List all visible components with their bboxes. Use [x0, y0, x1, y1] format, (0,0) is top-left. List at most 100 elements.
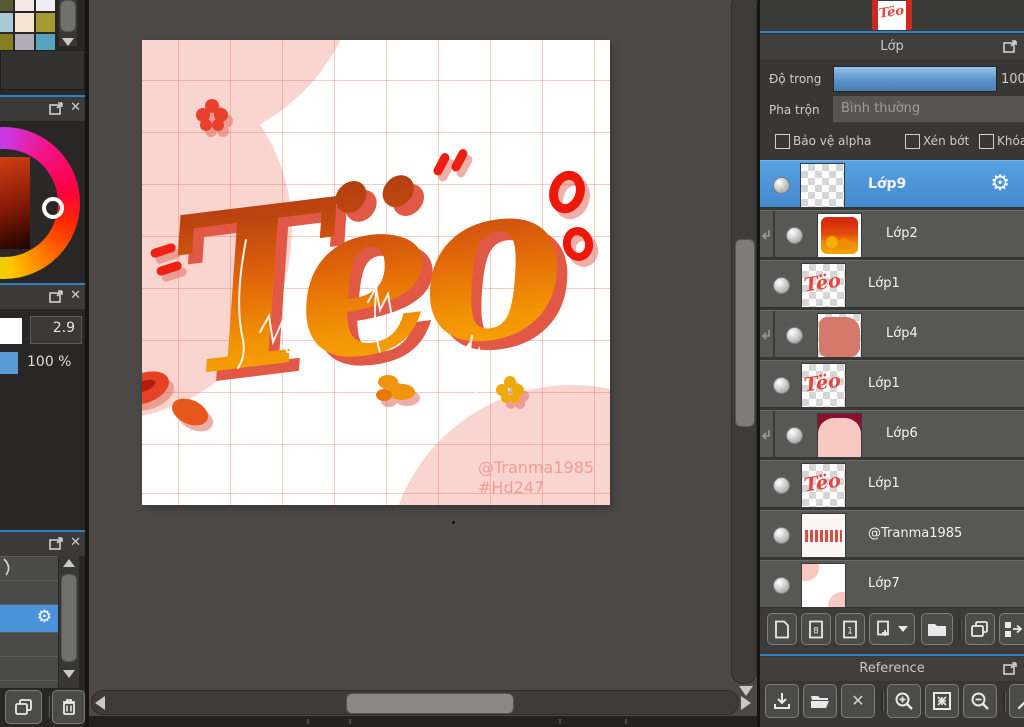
new-folder-button[interactable]	[921, 613, 953, 645]
fit-reference-button[interactable]	[925, 684, 959, 718]
drawing-canvas[interactable]: Tëo Tëo @Tranma1985 #Hd247	[142, 40, 610, 505]
merge-layer-button[interactable]	[999, 613, 1024, 645]
layer-visibility-toggle[interactable]	[773, 577, 790, 594]
palette-scroll-down-icon[interactable]	[62, 38, 74, 46]
layer-row[interactable]: Lớp4	[760, 310, 1024, 359]
color-swatch[interactable]	[0, 0, 13, 11]
blend-mode-select[interactable]: Bình thường	[833, 96, 1024, 122]
layer-row[interactable]: Tëo Lớp1	[760, 360, 1024, 408]
color-swatch[interactable]	[15, 0, 34, 11]
brush-list-item[interactable]	[0, 632, 58, 656]
brush-list-item[interactable]	[0, 556, 58, 580]
layer-row[interactable]: Tëo Lớp1	[760, 260, 1024, 308]
layer-thumbnail[interactable]	[802, 564, 845, 607]
color-wheel[interactable]	[0, 121, 85, 281]
canvas-viewport[interactable]: Tëo Tëo @Tranma1985 #Hd247	[89, 0, 757, 727]
duplicate-icon	[14, 698, 34, 716]
clipping-checkbox[interactable]	[905, 134, 920, 149]
color-swatch[interactable]	[36, 13, 55, 32]
close-panel-icon[interactable]: ✕	[70, 101, 81, 115]
vertical-scrollbar[interactable]	[731, 0, 757, 684]
opacity-slider[interactable]	[833, 66, 997, 92]
layer-visibility-toggle[interactable]	[773, 177, 790, 194]
new-8bit-layer-button[interactable]: 8	[801, 613, 831, 645]
layer-settings-gear-icon[interactable]: ⚙	[990, 171, 1010, 196]
layer-thumbnail[interactable]	[818, 214, 861, 257]
layer-visibility-toggle[interactable]	[773, 477, 790, 494]
brush-size-slider[interactable]	[0, 318, 22, 344]
layer-visibility-toggle[interactable]	[773, 277, 790, 294]
clear-reference-button[interactable]: ✕	[841, 684, 875, 718]
stray-dot	[452, 521, 455, 524]
import-reference-button[interactable]	[765, 684, 799, 718]
scroll-left-icon[interactable]	[95, 696, 105, 710]
color-swatch[interactable]	[0, 13, 13, 32]
add-layer-dropdown-button[interactable]	[869, 613, 915, 645]
layer-row[interactable]: Lớp2	[760, 210, 1024, 259]
layer-visibility-toggle[interactable]	[786, 227, 803, 244]
layer-thumbnail[interactable]	[818, 414, 861, 457]
layer-thumbnail[interactable]	[818, 314, 861, 357]
layer-panel-title: Lớp	[880, 39, 904, 54]
scroll-up-icon[interactable]	[63, 559, 75, 567]
duplicate-layer-button[interactable]	[965, 613, 995, 645]
scroll-down-icon[interactable]	[63, 670, 75, 678]
scroll-down-icon[interactable]	[739, 686, 753, 696]
palette-name-box	[0, 50, 85, 90]
layer-row[interactable]: Lớp6	[760, 410, 1024, 459]
layer-visibility-toggle[interactable]	[773, 527, 790, 544]
layer-thumbnail[interactable]	[802, 514, 845, 557]
layer-row[interactable]: Tëo Lớp1	[760, 460, 1024, 508]
popup-panel-icon[interactable]	[1003, 662, 1018, 675]
delete-brush-button[interactable]	[52, 690, 85, 724]
layer-thumbnail[interactable]: Tëo	[802, 264, 845, 307]
color-swatch[interactable]	[36, 0, 55, 11]
protect-alpha-checkbox[interactable]	[775, 134, 790, 149]
chevron-down-icon	[898, 626, 908, 632]
close-panel-icon[interactable]: ✕	[70, 536, 81, 550]
layer-thumbnail[interactable]: Tëo	[802, 464, 845, 507]
brush-list-item[interactable]	[0, 680, 58, 688]
layer-name: Lớp6	[886, 426, 918, 441]
new-1bit-layer-button[interactable]: 1	[835, 613, 865, 645]
brush-size-value[interactable]: 2.9	[30, 316, 82, 344]
layer-visibility-toggle[interactable]	[786, 427, 803, 444]
brush-opacity-slider[interactable]	[0, 352, 18, 374]
popup-panel-icon[interactable]	[49, 289, 64, 303]
brush-list-panel-header: ✕	[0, 530, 85, 556]
layer-row[interactable]: Lớp7	[760, 560, 1024, 608]
new-layer-button[interactable]	[767, 613, 797, 645]
open-reference-button[interactable]	[803, 684, 837, 718]
brush-list-item-selected[interactable]: ⚙	[0, 604, 58, 632]
saturation-value-square[interactable]	[0, 157, 30, 249]
scroll-right-icon[interactable]	[741, 696, 751, 710]
paint-app-window: ✕ ✕ 2.9 100 % ✕ ⚙ Tëo Tëo @Tranma1985 #H…	[0, 0, 1024, 727]
layer-visibility-toggle[interactable]	[786, 327, 803, 344]
brush-list-item[interactable]	[0, 656, 58, 680]
zoom-in-reference-button[interactable]	[887, 684, 921, 718]
layer-visibility-toggle[interactable]	[773, 377, 790, 394]
brush-list-scrollbar[interactable]	[59, 556, 79, 688]
brush-list-item[interactable]	[0, 580, 58, 604]
layer-name: Lớp1	[868, 376, 900, 391]
hue-cursor[interactable]	[42, 197, 64, 219]
layer-thumbnail[interactable]	[801, 164, 844, 207]
brush-settings-gear-icon[interactable]: ⚙	[37, 607, 52, 627]
brush-settings-panel-header: ✕	[0, 283, 85, 309]
layer-thumbnail[interactable]: Tëo	[802, 364, 845, 407]
popup-panel-icon[interactable]	[49, 536, 64, 550]
color-swatch[interactable]	[15, 13, 34, 32]
horizontal-scrollbar[interactable]	[91, 690, 739, 715]
lock-checkbox[interactable]	[979, 134, 994, 149]
popup-panel-icon[interactable]	[49, 101, 64, 115]
popup-panel-icon[interactable]	[1003, 40, 1018, 53]
layers-dock: Tëo Lớp Độ trong 100 Pha trộn Bình thườn…	[757, 0, 1024, 727]
lock-label: Khóa	[997, 134, 1024, 148]
close-panel-icon[interactable]: ✕	[70, 289, 81, 303]
navigator-thumbnail[interactable]: Tëo	[878, 1, 906, 30]
zoom-out-reference-button[interactable]	[963, 684, 997, 718]
layer-row[interactable]: @Tranma1985	[760, 510, 1024, 558]
layer-row[interactable]: Lớp9 ⚙	[760, 160, 1024, 208]
eyedropper-reference-button[interactable]	[1009, 684, 1024, 718]
duplicate-brush-button[interactable]	[5, 690, 42, 724]
